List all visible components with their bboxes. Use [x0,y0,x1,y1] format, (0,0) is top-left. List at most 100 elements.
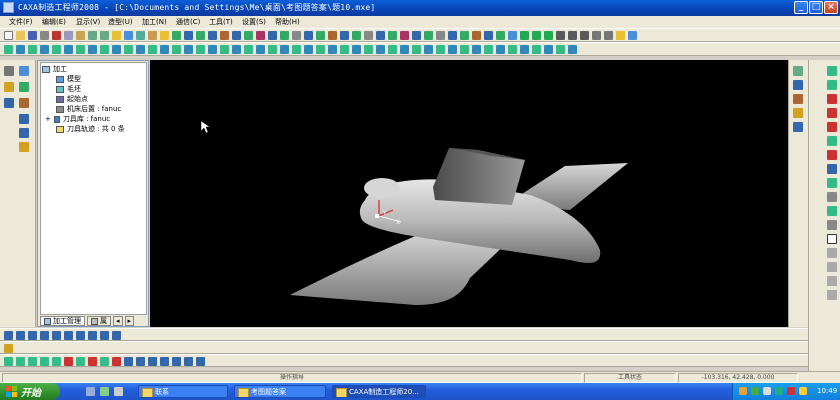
toolbar-icon-d[interactable] [208,31,217,40]
close-button[interactable]: × [824,1,838,14]
tray-icon-e[interactable] [799,387,807,395]
menu-help[interactable]: 帮助(H) [275,17,300,27]
formula-curve-icon[interactable] [827,164,837,174]
minimize-button[interactable]: _ [794,1,808,14]
feature-icon-v[interactable] [256,45,265,54]
shade-icon[interactable] [616,31,625,40]
curve-edit-icon-n[interactable] [160,357,169,366]
tab-scroll-left-icon[interactable]: ◂ [113,316,123,326]
text-icon[interactable] [827,234,837,244]
toolbar-icon-f[interactable] [232,31,241,40]
bottom-tool-icon-j[interactable] [112,331,121,340]
feature-icon-y[interactable] [292,45,301,54]
feature-icon-s[interactable] [220,45,229,54]
undo-icon[interactable] [88,31,97,40]
feature-icon-x[interactable] [280,45,289,54]
zoom-window-icon[interactable] [544,31,553,40]
feature-icon-w[interactable] [268,45,277,54]
feature-icon-aj[interactable] [424,45,433,54]
copy-icon[interactable] [64,31,73,40]
toolbar-icon-i[interactable] [268,31,277,40]
curve-edit-icon-l[interactable] [136,357,145,366]
feature-icon-av[interactable] [568,45,577,54]
feature-icon-aa[interactable] [316,45,325,54]
feature-icon-an[interactable] [472,45,481,54]
toolbar-icon-k[interactable] [292,31,301,40]
right-draw-icon-h[interactable] [827,290,837,300]
window-icon[interactable] [508,31,517,40]
right-draw-icon-a[interactable] [827,178,837,188]
feature-icon-g[interactable] [76,45,85,54]
taskbar-item[interactable]: CAXA制造工程师20... [332,385,426,398]
save-icon[interactable] [28,31,37,40]
toolbar-icon-v[interactable] [424,31,433,40]
feature-icon-am[interactable] [460,45,469,54]
curve-edit-icon-p[interactable] [184,357,193,366]
feature-icon-ak[interactable] [436,45,445,54]
toolbar-icon-o[interactable] [340,31,349,40]
tab-properties[interactable]: 属 [87,316,111,326]
toolbar-icon-x[interactable] [448,31,457,40]
left-tool-icon-a[interactable] [19,114,29,124]
rectangle-icon[interactable] [827,108,837,118]
menu-settings[interactable]: 设置(S) [242,17,266,27]
filter-icon[interactable] [136,31,145,40]
feature-icon-b[interactable] [16,45,25,54]
new-file-icon[interactable] [4,31,13,40]
curve-edit-icon-k[interactable] [124,357,133,366]
toolbar-icon-y[interactable] [460,31,469,40]
menu-communication[interactable]: 通信(C) [176,17,200,27]
toolbar-icon-z[interactable] [472,31,481,40]
bottom-tool-icon-i[interactable] [100,331,109,340]
maximize-button[interactable]: □ [809,1,823,14]
menu-view[interactable]: 显示(V) [76,17,100,27]
select-icon[interactable] [4,66,14,76]
polygon-icon[interactable] [827,122,837,132]
right-draw-icon-c[interactable] [827,206,837,216]
tab-scroll-right-icon[interactable]: ▸ [124,316,135,326]
curve-edit-icon-d[interactable] [40,357,49,366]
feature-icon-ai[interactable] [412,45,421,54]
solid-icon[interactable] [19,98,29,108]
toolbar-icon-s[interactable] [388,31,397,40]
toolbar-icon-u[interactable] [412,31,421,40]
toolbar-icon-t[interactable] [400,31,409,40]
curve-edit-icon-i[interactable] [100,357,109,366]
tray-icon-d[interactable] [787,387,795,395]
feature-icon-h[interactable] [88,45,97,54]
volume-icon[interactable] [763,387,771,395]
tree-item[interactable]: + 刀具库 : fanuc [45,114,110,124]
feature-icon-ae[interactable] [364,45,373,54]
bottom-tool-icon-c[interactable] [28,331,37,340]
feature-icon-i[interactable] [100,45,109,54]
start-button[interactable]: 开始 [0,383,60,400]
right-tool-icon-b[interactable] [793,80,803,90]
right-draw-icon-e[interactable] [827,248,837,258]
feature-icon-o[interactable] [172,45,181,54]
toolbar-icon-n[interactable] [328,31,337,40]
curve-edit-icon-g[interactable] [76,357,85,366]
feature-icon-p[interactable] [184,45,193,54]
rotate-icon[interactable] [124,31,133,40]
toolbar-icon-r[interactable] [376,31,385,40]
quicklaunch-desktop-icon[interactable] [100,387,109,396]
viewport-canvas[interactable]: Y X [150,60,788,327]
feature-icon-ad[interactable] [352,45,361,54]
tab-machining-manager[interactable]: 加工管理 [40,316,85,326]
toolbar-icon-m[interactable] [316,31,325,40]
line-icon[interactable] [827,66,837,76]
quicklaunch-media-icon[interactable] [114,387,123,396]
menu-edit[interactable]: 编辑(E) [42,17,66,27]
toolbar-icon-w[interactable] [436,31,445,40]
feature-icon-au[interactable] [556,45,565,54]
feature-icon-ap[interactable] [496,45,505,54]
taskbar-item[interactable]: 联系 [138,385,228,398]
curve-edit-icon-q[interactable] [196,357,205,366]
right-tool-icon-c[interactable] [793,94,803,104]
feature-icon-ar[interactable] [520,45,529,54]
toolbar-icon-aa[interactable] [484,31,493,40]
feature-icon-l[interactable] [136,45,145,54]
rotate-view-icon[interactable] [568,31,577,40]
curve-edit-icon-c[interactable] [28,357,37,366]
feature-icon-f[interactable] [64,45,73,54]
